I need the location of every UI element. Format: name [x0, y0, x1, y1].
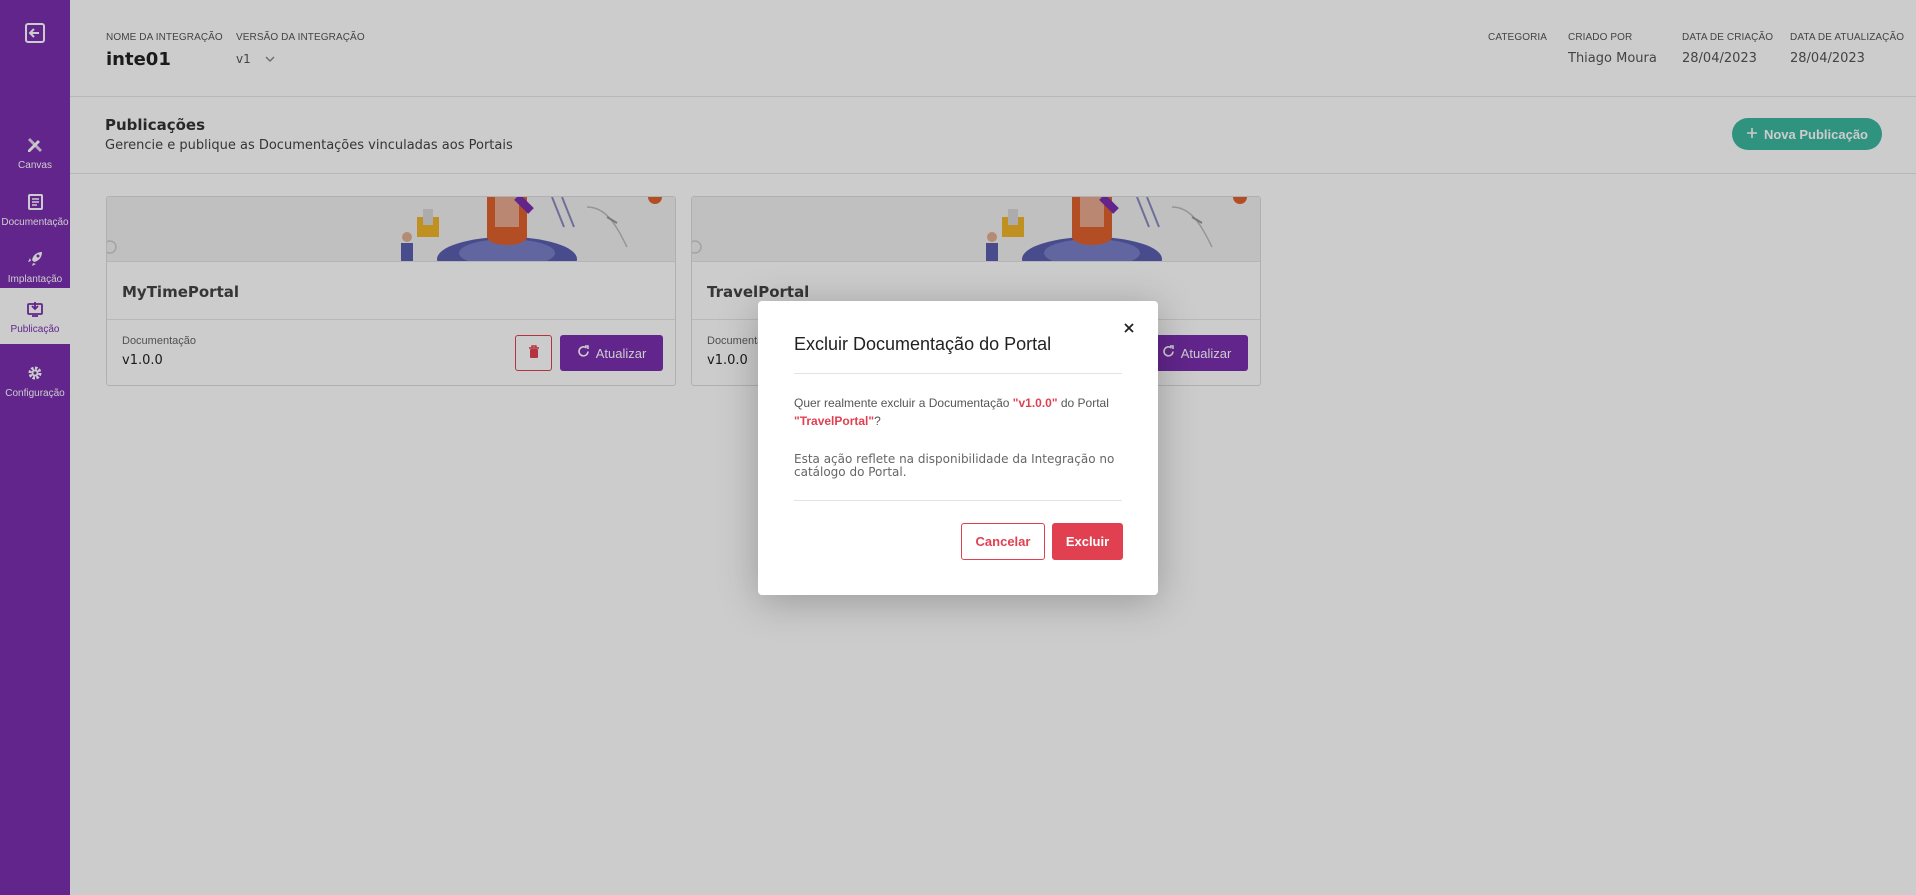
close-icon[interactable] — [1120, 319, 1138, 337]
question-prefix: Quer realmente excluir a Documentação — [794, 396, 1013, 410]
dialog-note: Esta ação reflete na disponibilidade da … — [794, 452, 1115, 479]
question-mid: do Portal — [1057, 396, 1109, 410]
confirm-delete-button[interactable]: Excluir — [1052, 523, 1123, 560]
delete-documentation-dialog: Excluir Documentação do Portal Quer real… — [758, 301, 1158, 595]
dialog-divider — [794, 373, 1122, 374]
question-doc-version: "v1.0.0" — [1012, 396, 1058, 410]
dialog-question: Quer realmente excluir a Documentação "v… — [794, 394, 1124, 430]
cancel-button[interactable]: Cancelar — [961, 523, 1045, 560]
dialog-divider — [794, 500, 1122, 501]
question-suffix: ? — [874, 414, 881, 428]
dialog-title: Excluir Documentação do Portal — [794, 334, 1052, 354]
question-portal-name: "TravelPortal" — [794, 414, 875, 428]
